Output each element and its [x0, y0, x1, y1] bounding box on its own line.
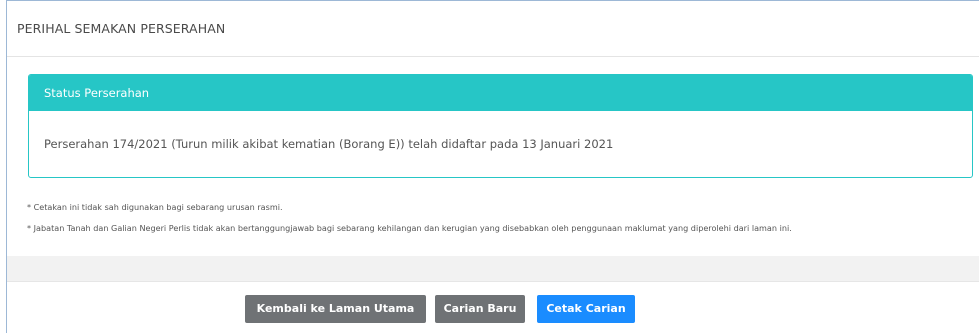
note-unofficial: * Cetakan ini tidak sah digunakan bagi s…: [27, 202, 283, 212]
result-panel: PERIHAL SEMAKAN PERSERAHAN Status Perser…: [6, 0, 979, 333]
status-message: Perserahan 174/2021 (Turun milik akibat …: [44, 137, 614, 151]
note-liability: * Jabatan Tanah dan Galian Negeri Perlis…: [27, 223, 792, 233]
status-header-label: Status Perserahan: [44, 86, 150, 100]
separator-band: [7, 256, 979, 282]
status-header: Status Perserahan: [29, 75, 972, 111]
back-to-home-button[interactable]: Kembali ke Laman Utama: [245, 294, 426, 323]
status-box: Status Perserahan Perserahan 174/2021 (T…: [28, 74, 973, 178]
disclaimer-notes: * Cetakan ini tidak sah digunakan bagi s…: [27, 202, 969, 234]
panel-heading: PERIHAL SEMAKAN PERSERAHAN: [7, 1, 979, 57]
new-search-button[interactable]: Carian Baru: [435, 294, 525, 323]
action-bar: Kembali ke Laman Utama Carian Baru Cetak…: [7, 283, 979, 334]
page-title: PERIHAL SEMAKAN PERSERAHAN: [17, 21, 226, 36]
status-body: Perserahan 174/2021 (Turun milik akibat …: [29, 111, 972, 152]
print-search-button[interactable]: Cetak Carian: [537, 294, 635, 323]
